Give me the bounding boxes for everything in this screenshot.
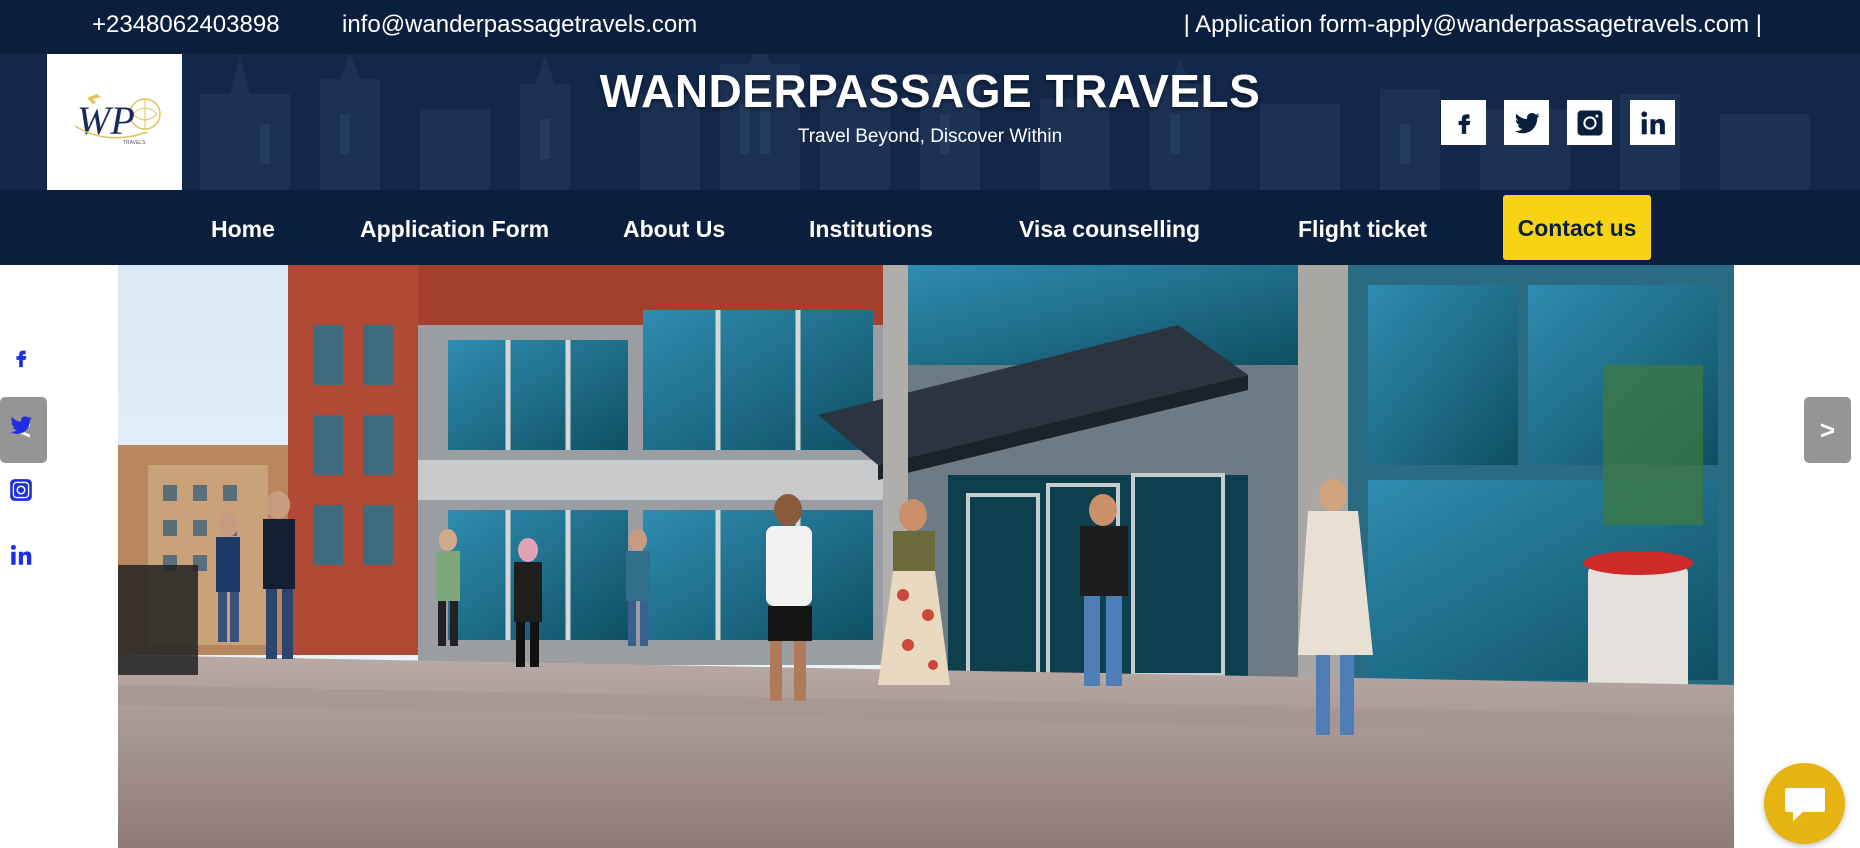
side-instagram-link[interactable] (6, 475, 36, 505)
side-twitter-link[interactable] (6, 410, 36, 440)
header-facebook-button[interactable] (1441, 100, 1486, 145)
twitter-icon (10, 416, 33, 434)
linkedin-icon (10, 544, 32, 565)
facebook-icon (16, 350, 27, 368)
nav-visa-counselling[interactable]: Visa counselling (1019, 190, 1200, 265)
top-contact-bar: +2348062403898 info@wanderpassagetravels… (0, 0, 1860, 54)
instagram-icon (10, 479, 32, 501)
chat-bubble-icon (1784, 787, 1825, 821)
phone-number[interactable]: +2348062403898 (92, 11, 280, 39)
site-header: WP TRAVELS WANDERPASSAGE TRAVELS Travel … (0, 54, 1860, 190)
twitter-icon (1514, 112, 1540, 133)
campus-street-scene (118, 265, 1734, 848)
side-linkedin-link[interactable] (6, 540, 36, 570)
linkedin-icon (1640, 110, 1665, 134)
contact-email[interactable]: info@wanderpassagetravels.com (342, 11, 697, 39)
header-twitter-button[interactable] (1504, 100, 1549, 145)
application-email[interactable]: | Application form-apply@wanderpassagetr… (1184, 11, 1762, 39)
nav-contact-us-button[interactable]: Contact us (1503, 195, 1651, 260)
hero-slider-image (118, 265, 1734, 848)
slider-next-button[interactable]: > (1804, 397, 1851, 463)
facebook-icon (1458, 113, 1470, 134)
header-linkedin-button[interactable] (1630, 100, 1675, 145)
nav-home[interactable]: Home (211, 190, 275, 265)
nav-flight-ticket[interactable]: Flight ticket (1298, 190, 1427, 265)
nav-institutions[interactable]: Institutions (809, 190, 933, 265)
main-navigation: Home Application Form About Us Instituti… (0, 190, 1860, 265)
instagram-icon (1577, 110, 1602, 135)
nav-about-us[interactable]: About Us (623, 190, 725, 265)
live-chat-button[interactable] (1764, 763, 1845, 844)
nav-application-form[interactable]: Application Form (360, 190, 549, 265)
side-facebook-link[interactable] (6, 343, 36, 373)
header-instagram-button[interactable] (1567, 100, 1612, 145)
